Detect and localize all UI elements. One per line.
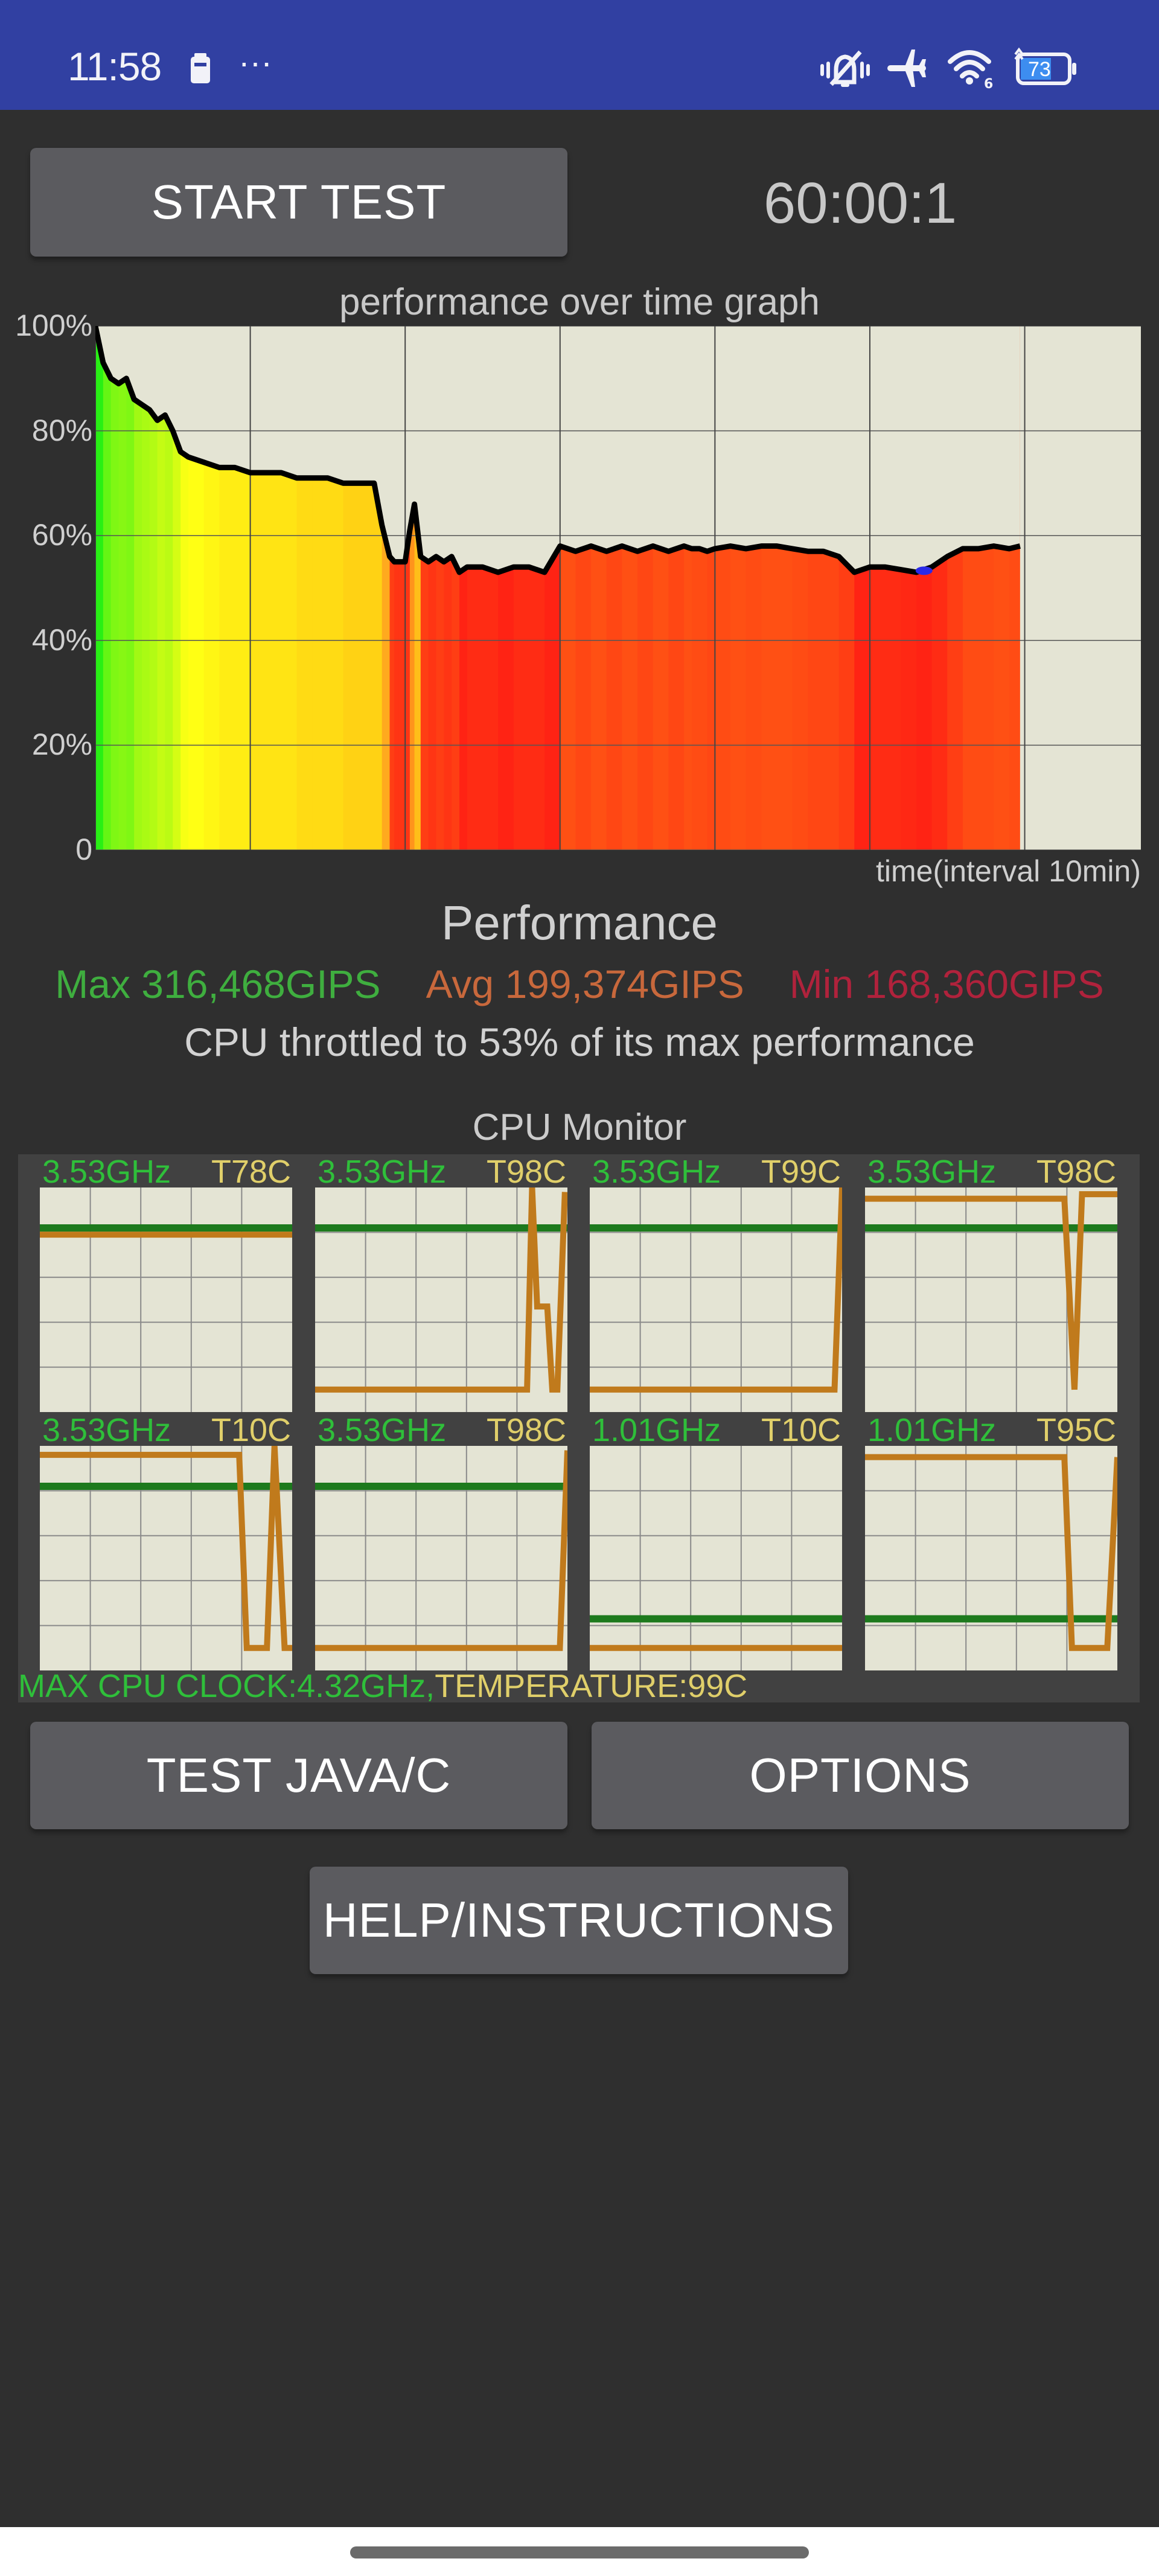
heat-band <box>103 326 112 850</box>
airplane-mode-icon <box>887 50 926 87</box>
core-graph <box>40 1187 292 1412</box>
cpu-monitor-panel: 3.53GHz T78C 3.53GHz T98C 3.53GHz T99C 3.53GHz… <box>18 1154 1140 1702</box>
y-tick-label: 0 <box>75 833 92 866</box>
test-java-c-button[interactable]: TEST JAVA/C <box>30 1722 567 1829</box>
core-graph-bg <box>590 1187 842 1412</box>
core-temperature: T98C <box>486 1154 566 1190</box>
throttle-summary: CPU throttled to 53% of its max performa… <box>184 1020 975 1064</box>
core-frequency: 3.53GHz <box>318 1412 447 1448</box>
cpu-monitor-title: CPU Monitor <box>472 1107 687 1148</box>
core-temperature: T10C <box>211 1412 291 1448</box>
cpu-monitor-footer: MAX CPU CLOCK:4.32GHz,TEMPERATURE:99C <box>18 1667 747 1705</box>
core-graph-bg <box>865 1446 1117 1670</box>
core-graph <box>315 1187 567 1412</box>
test-timer: 60:00:1 <box>763 171 957 235</box>
core-frequency: 3.53GHz <box>42 1154 171 1190</box>
y-tick-label: 40% <box>31 622 92 657</box>
core-temperature: T98C <box>1036 1154 1116 1190</box>
y-tick-label: 20% <box>31 727 92 762</box>
y-tick-label: 80% <box>31 413 92 447</box>
core-label: 1.01GHz T95C <box>867 1411 1120 1449</box>
graph-title: performance over time graph <box>339 281 820 323</box>
core-temperature: T10C <box>761 1412 841 1448</box>
core-frequency: 3.53GHz <box>867 1154 997 1190</box>
wifi-6-icon: 6 <box>948 50 993 89</box>
core-graph-bg <box>315 1446 567 1670</box>
svg-text:73: 73 <box>1028 58 1051 81</box>
core-frequency: 3.53GHz <box>318 1154 447 1190</box>
core-temperature: T99C <box>761 1154 841 1190</box>
start-test-button[interactable]: START TEST <box>30 148 567 257</box>
core-graph <box>315 1446 567 1670</box>
heat-band <box>126 326 135 850</box>
core-label: 3.53GHz T10C <box>42 1411 295 1449</box>
core-graph-bg <box>40 1446 292 1670</box>
core-label: 3.53GHz T99C <box>592 1153 845 1191</box>
y-tick-label: 100% <box>15 308 92 342</box>
min-marker <box>915 566 933 575</box>
core-graph <box>865 1446 1117 1670</box>
heat-band <box>110 326 120 850</box>
core-frequency: 1.01GHz <box>867 1412 997 1448</box>
x-axis-label: time(interval 10min) <box>875 854 1141 888</box>
core-graph <box>865 1187 1117 1412</box>
max-temperature: TEMPERATURE:99C <box>435 1668 748 1704</box>
empty-area <box>1020 326 1141 850</box>
home-gesture-handle[interactable] <box>350 2546 809 2558</box>
svg-text:6: 6 <box>984 77 993 89</box>
core-label: 3.53GHz T98C <box>867 1153 1120 1191</box>
heat-band <box>95 326 104 850</box>
options-button[interactable]: OPTIONS <box>592 1722 1129 1829</box>
performance-stats: Max 316,468GIPS Avg 199,374GIPS Min 168,… <box>0 961 1159 1007</box>
battery-charging-icon: 73 <box>1014 47 1076 85</box>
core-label: 3.53GHz T98C <box>318 1153 570 1191</box>
heat-band <box>118 326 127 850</box>
max-cpu-clock: MAX CPU CLOCK:4.32GHz, <box>18 1668 435 1704</box>
min-gips: Min 168,360GIPS <box>789 962 1104 1006</box>
status-bar: 11:58 ··· 6 73 <box>0 0 1159 110</box>
core-label: 1.01GHz T10C <box>592 1411 845 1449</box>
status-time: 11:58 <box>68 44 162 89</box>
max-gips: Max 316,468GIPS <box>55 962 381 1006</box>
core-frequency: 1.01GHz <box>592 1412 721 1448</box>
performance-title: Performance <box>441 896 718 950</box>
sim-card-icon <box>191 53 210 83</box>
avg-gips: Avg 199,374GIPS <box>426 962 744 1006</box>
core-temperature: T78C <box>211 1154 291 1190</box>
core-temperature: T98C <box>486 1412 566 1448</box>
core-graph-bg <box>40 1187 292 1412</box>
core-graph <box>590 1187 842 1412</box>
core-label: 3.53GHz T78C <box>42 1153 295 1191</box>
core-frequency: 3.53GHz <box>592 1154 721 1190</box>
core-temperature: T95C <box>1036 1412 1116 1448</box>
vibrate-silent-icon <box>820 50 870 87</box>
core-graph <box>590 1446 842 1670</box>
core-frequency: 3.53GHz <box>42 1412 171 1448</box>
core-graph-bg <box>590 1446 842 1670</box>
help-instructions-button[interactable]: HELP/INSTRUCTIONS <box>310 1867 848 1974</box>
more-dots-icon: ··· <box>238 43 272 81</box>
performance-graph <box>95 326 1141 850</box>
y-tick-label: 60% <box>31 518 92 552</box>
core-graph <box>40 1446 292 1670</box>
core-label: 3.53GHz T98C <box>318 1411 570 1449</box>
